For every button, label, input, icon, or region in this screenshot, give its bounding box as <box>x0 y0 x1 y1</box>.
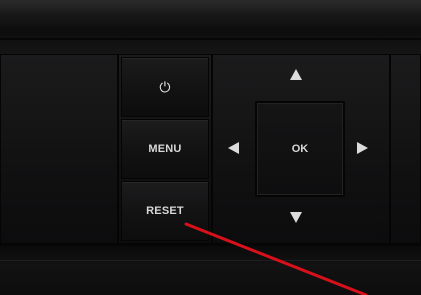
power-icon: ⏻ <box>159 78 171 95</box>
ok-button[interactable]: OK <box>255 101 345 197</box>
reset-button-label: RESET <box>146 205 184 217</box>
bottom-bezel <box>0 244 421 295</box>
top-bezel <box>0 0 421 54</box>
arrow-down-icon[interactable] <box>290 212 302 223</box>
reset-button[interactable]: RESET <box>121 181 209 241</box>
right-panel <box>390 54 421 244</box>
ok-button-label: OK <box>291 143 309 155</box>
device-panel: ⏻ MENU RESET OK <box>0 0 421 295</box>
arrow-up-icon[interactable] <box>290 69 302 80</box>
power-button[interactable]: ⏻ <box>121 57 209 117</box>
arrow-right-icon[interactable] <box>357 142 368 154</box>
menu-button-label: MENU <box>148 143 182 155</box>
menu-button[interactable]: MENU <box>121 119 209 179</box>
left-panel <box>0 54 118 244</box>
arrow-left-icon[interactable] <box>228 142 239 154</box>
